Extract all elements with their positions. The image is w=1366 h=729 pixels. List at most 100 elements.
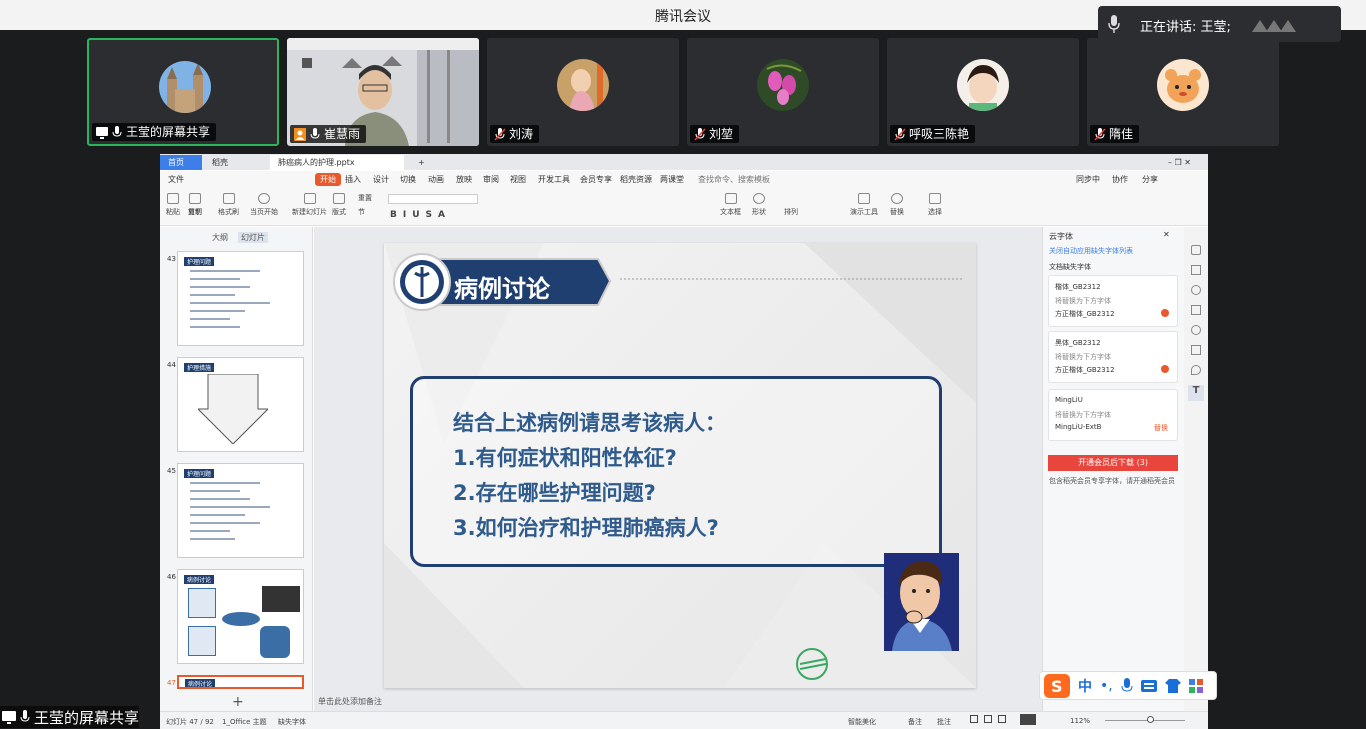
window-controls[interactable]: – ❐ ✕ xyxy=(1160,155,1199,170)
animation-icon[interactable] xyxy=(1191,285,1201,295)
participant-tile-5[interactable]: 呼吸三陈艳 xyxy=(887,38,1079,146)
slide-title[interactable]: 病例讨论 xyxy=(454,269,550,304)
command-search[interactable]: 查找命令、搜索模板 xyxy=(698,174,770,185)
arrow-diagram xyxy=(198,374,268,444)
slide-thumbnail[interactable]: 护理问题 xyxy=(177,251,304,346)
menu-file[interactable]: 文件 xyxy=(168,174,184,185)
participant-tile-3[interactable]: 刘涛 xyxy=(487,38,679,146)
sogou-logo-icon[interactable]: S xyxy=(1044,673,1070,698)
participant-tile-2[interactable]: 崔慧雨 xyxy=(287,38,479,146)
keyboard-icon[interactable] xyxy=(1140,679,1157,692)
textbox-button[interactable]: 文本框 xyxy=(720,193,741,217)
section-button[interactable]: 节 xyxy=(358,207,365,217)
style-icon[interactable] xyxy=(1191,245,1201,255)
tab-docer[interactable]: 稻壳 xyxy=(204,155,236,170)
font-card[interactable]: MingLiU 将替换为下方字体 MingLiU-ExtB 替换 xyxy=(1048,389,1178,441)
add-slide-button[interactable]: + xyxy=(232,694,244,710)
question-2: 2.存在哪些护理问题? xyxy=(453,481,656,505)
download-after-membership-button[interactable]: 开通会员后下载 (3) xyxy=(1048,455,1178,471)
font-card[interactable]: 楷体_GB2312 将替换为下方字体 方正楷体_GB2312 xyxy=(1048,275,1178,327)
help-icon[interactable] xyxy=(1191,325,1201,335)
arrange-button[interactable]: 排列 xyxy=(784,207,798,217)
menu-insert[interactable]: 插入 xyxy=(345,174,361,185)
menu-review[interactable]: 审阅 xyxy=(483,174,499,185)
collab-button[interactable]: 协作 xyxy=(1112,174,1128,185)
close-auto-apply-link[interactable]: 关闭自动应用缺失字体列表 xyxy=(1049,246,1133,256)
slide-thumbnail[interactable]: 护理措施 xyxy=(177,357,304,452)
tab-slides[interactable]: 幻灯片 xyxy=(238,232,268,243)
speaking-text: 正在讲话: 王莹; xyxy=(1140,20,1231,35)
reset-button[interactable]: 重置 xyxy=(358,193,372,203)
question-box[interactable]: 结合上述病例请思考该病人： 1.有何症状和阳性体征? 2.存在哪些护理问题? 3… xyxy=(410,376,942,567)
download-icon[interactable] xyxy=(1161,365,1169,373)
skin-icon[interactable] xyxy=(1164,678,1181,693)
play-slideshow-button[interactable] xyxy=(1020,714,1036,725)
zoom-slider-handle[interactable] xyxy=(1147,716,1154,723)
slide-thumbnail-selected[interactable]: 病例讨论 xyxy=(177,675,304,689)
zoom-slider[interactable] xyxy=(1105,720,1185,721)
copy-icon[interactable] xyxy=(1191,305,1201,315)
voice-icon[interactable] xyxy=(1121,677,1133,694)
tab-home[interactable]: 首页 xyxy=(160,155,202,170)
participant-tile-1[interactable]: 王莹的屏幕共享 xyxy=(87,38,279,146)
menu-animation[interactable]: 动画 xyxy=(428,174,444,185)
font-card[interactable]: 黑体_GB2312 将替换为下方字体 方正楷体_GB2312 xyxy=(1048,331,1178,383)
tab-document[interactable]: 肺癌病人的护理.pptx xyxy=(270,155,404,170)
menu-devtools[interactable]: 开发工具 xyxy=(538,174,570,185)
font-tool-icon[interactable]: T xyxy=(1188,385,1204,401)
menu-transition[interactable]: 切换 xyxy=(400,174,416,185)
punctuation-icon[interactable]: •, xyxy=(1100,678,1113,694)
presenter-tools-button[interactable]: 演示工具 xyxy=(850,193,878,217)
screen-share-icon xyxy=(2,711,16,724)
menu-view[interactable]: 视图 xyxy=(510,174,526,185)
paste-button[interactable]: 粘贴 xyxy=(166,193,180,217)
start-from-current-button[interactable]: 当页开始 xyxy=(250,193,278,217)
slide-thumbnail[interactable]: 护理问题 xyxy=(177,463,304,558)
share-button[interactable]: 分享 xyxy=(1142,174,1158,185)
menu-home[interactable]: 开始 xyxy=(315,173,341,186)
image-icon[interactable] xyxy=(1191,345,1201,355)
new-slide-button[interactable]: 新建幻灯片 xyxy=(292,193,327,217)
ime-language[interactable]: 中 xyxy=(1078,676,1092,696)
avatar xyxy=(159,61,211,113)
download-icon[interactable] xyxy=(1161,309,1169,317)
missing-font-status[interactable]: 缺失字体 xyxy=(278,717,306,727)
close-icon[interactable]: ✕ xyxy=(1163,230,1170,239)
participant-tile-4[interactable]: 刘堃 xyxy=(687,38,879,146)
sync-status[interactable]: 同步中 xyxy=(1076,174,1100,185)
menu-member[interactable]: 会员专享 xyxy=(580,174,612,185)
slide[interactable]: 病例讨论 结合上述病例请思考该病人： 1.有何症状和阳性体征? 2.存在哪些护理… xyxy=(384,243,976,688)
menu-class[interactable]: 两课堂 xyxy=(660,174,684,185)
notes-button[interactable]: 备注 xyxy=(908,717,922,727)
avatar xyxy=(1157,59,1209,111)
avatar xyxy=(757,59,809,111)
sorter-view-icon[interactable] xyxy=(984,715,992,723)
zoom-level: 112% xyxy=(1070,717,1091,725)
layout-button[interactable]: 版式 xyxy=(332,193,346,217)
text-format-buttons[interactable]: BIUSA xyxy=(390,210,445,220)
menu-design[interactable]: 设计 xyxy=(373,174,389,185)
menu-docer[interactable]: 稻壳资源 xyxy=(620,174,652,185)
tab-outline[interactable]: 大纲 xyxy=(212,232,228,243)
beautify-button[interactable]: 智能美化 xyxy=(848,717,876,727)
replace-link[interactable]: 替换 xyxy=(1154,423,1168,433)
new-tab-button[interactable]: + xyxy=(410,155,433,170)
notes-placeholder[interactable]: 单击此处添加备注 xyxy=(318,696,382,707)
format-painter-button[interactable]: 格式刷 xyxy=(218,193,239,217)
copy-button[interactable]: 复制 xyxy=(188,207,202,217)
menu-slideshow[interactable]: 放映 xyxy=(456,174,472,185)
toolbox-icon[interactable] xyxy=(1188,678,1203,693)
select-button[interactable]: 选择 xyxy=(928,193,942,217)
reading-view-icon[interactable] xyxy=(998,715,1006,723)
replace-button[interactable]: 替换 xyxy=(890,193,904,217)
normal-view-icon[interactable] xyxy=(970,715,978,723)
font-family-select[interactable] xyxy=(388,194,478,204)
slide-thumbnail[interactable]: 病例讨论 xyxy=(177,569,304,664)
cut-icon xyxy=(189,193,201,204)
shape-button[interactable]: 形状 xyxy=(752,193,766,217)
thumb-number: 44 xyxy=(167,361,176,369)
location-icon[interactable] xyxy=(1191,365,1201,375)
comments-button[interactable]: 批注 xyxy=(937,717,951,727)
adjust-icon[interactable] xyxy=(1191,265,1201,275)
participant-tile-6[interactable]: 隋佳 xyxy=(1087,38,1279,146)
